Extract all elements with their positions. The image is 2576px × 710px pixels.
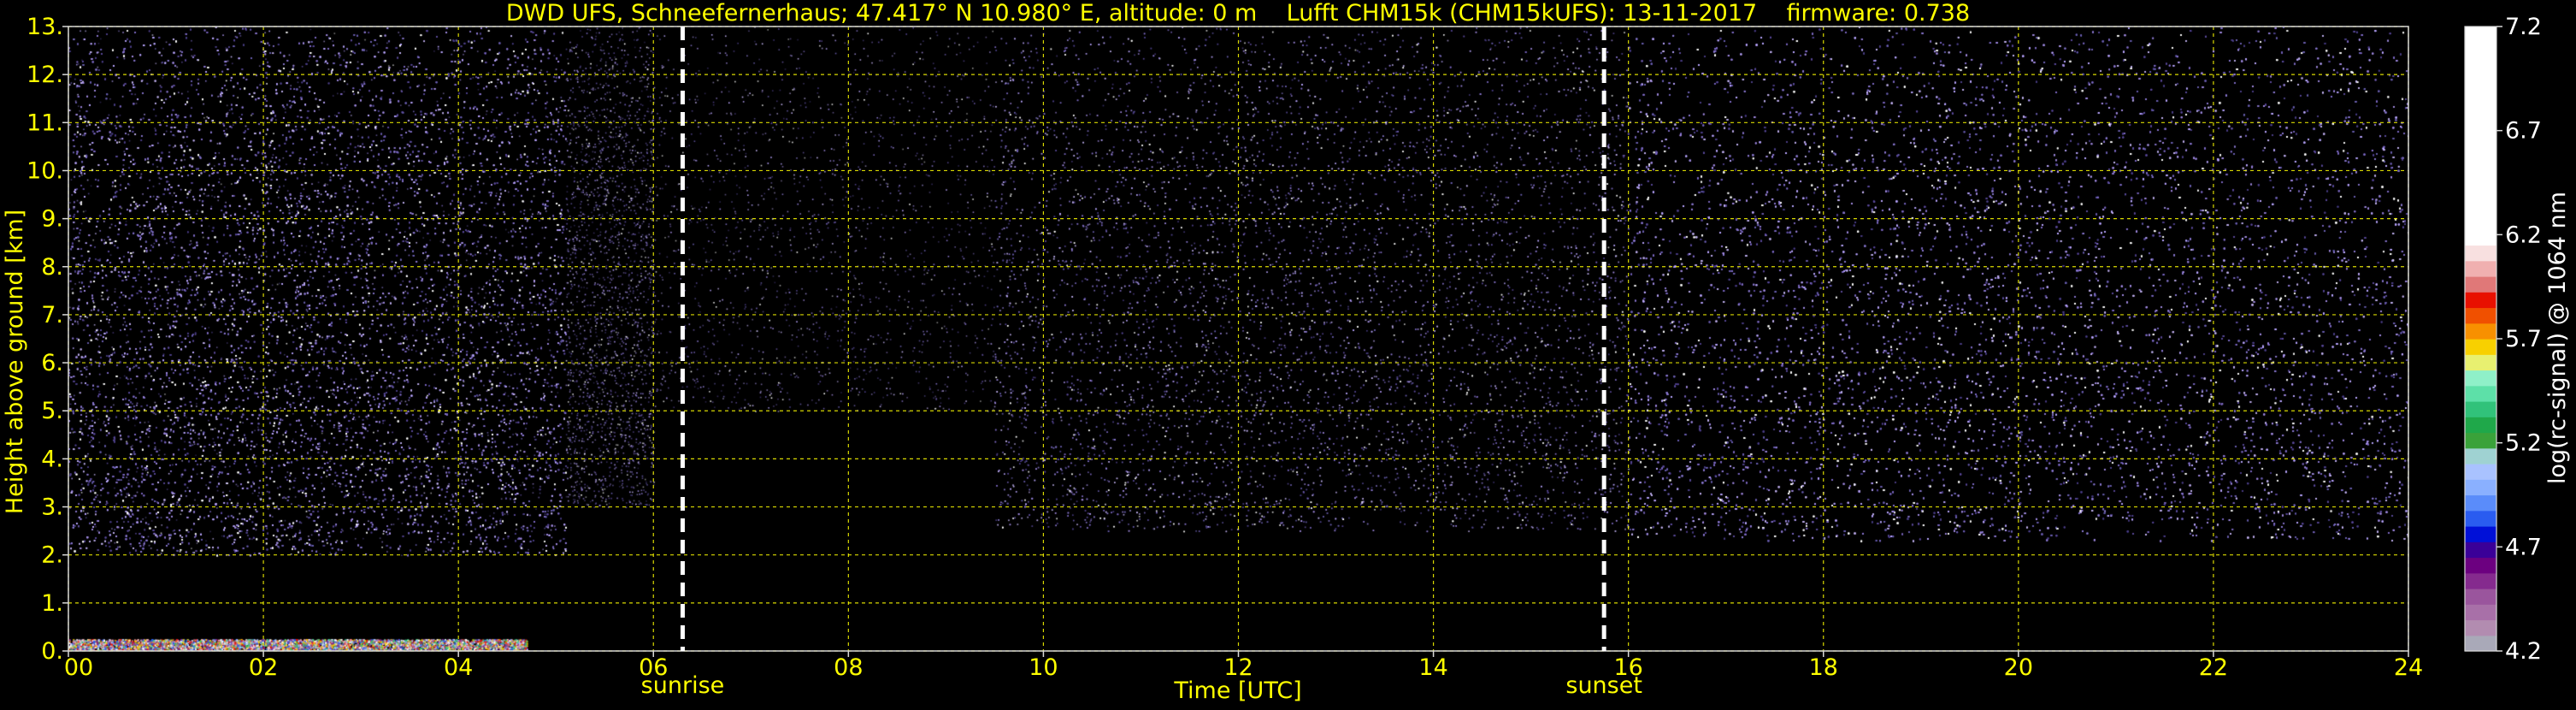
colorbar-segment xyxy=(2465,42,2496,59)
y-tick-label: 6. xyxy=(41,350,63,376)
x-tick-label: 02 xyxy=(249,654,278,681)
y-tick-label: 3. xyxy=(41,494,63,521)
colorbar xyxy=(2464,26,2497,652)
x-tick-label: 24 xyxy=(2394,654,2423,681)
x-tick-label: 08 xyxy=(834,654,863,681)
colorbar-tick-label: 7.2 xyxy=(2505,14,2542,40)
colorbar-segment xyxy=(2465,572,2496,589)
colorbar-segment xyxy=(2465,510,2496,527)
colorbar-segment xyxy=(2465,635,2496,652)
colorbar-tick-label: 5.2 xyxy=(2505,430,2542,457)
y-tick-label: 1. xyxy=(41,590,63,617)
x-tick-label: 22 xyxy=(2199,654,2228,681)
colorbar-label: log(rc-signal) @ 1064 nm xyxy=(2544,192,2571,484)
colorbar-segment xyxy=(2465,447,2496,464)
colorbar-tick-label: 5.7 xyxy=(2505,326,2542,352)
x-axis-label: Time [UTC] xyxy=(1173,677,1301,704)
colorbar-segment xyxy=(2465,260,2496,277)
colorbar-segment xyxy=(2465,214,2496,230)
colorbar-segment xyxy=(2465,307,2496,324)
colorbar-segment xyxy=(2465,57,2496,74)
colorbar-segment xyxy=(2465,370,2496,387)
x-tick-label: 00 xyxy=(64,654,93,681)
colorbar-segment xyxy=(2465,27,2496,43)
x-tick-label: 12 xyxy=(1223,654,1253,681)
colorbar-segment xyxy=(2465,354,2496,371)
y-axis-label: Height above ground [km] xyxy=(2,210,28,514)
colorbar-segment xyxy=(2465,292,2496,309)
y-tick-label: 8. xyxy=(41,254,63,281)
y-tick-label: 5. xyxy=(41,398,63,424)
colorbar-segment xyxy=(2465,432,2496,449)
colorbar-tick-label: 4.7 xyxy=(2505,534,2542,560)
y-tick-label: 0. xyxy=(41,638,63,665)
colorbar-segment xyxy=(2465,339,2496,355)
colorbar-segment xyxy=(2465,89,2496,105)
colorbar-segment xyxy=(2465,526,2496,542)
y-tick-label: 2. xyxy=(41,542,63,569)
x-tick-label: 04 xyxy=(444,654,473,681)
x-tick-label: 06 xyxy=(639,654,668,681)
heatmap-canvas-holder xyxy=(68,27,2408,651)
x-tick-label: 18 xyxy=(1809,654,1838,681)
ceilometer-backscatter-chart: DWD UFS, Schneefernerhaus; 47.417° N 10.… xyxy=(0,0,2576,707)
chart-svg: DWD UFS, Schneefernerhaus; 47.417° N 10.… xyxy=(0,0,2576,707)
colorbar-segment xyxy=(2465,135,2496,152)
colorbar-segment xyxy=(2465,276,2496,293)
y-tick-label: 7. xyxy=(41,302,63,328)
y-tick-label: 13. xyxy=(27,14,63,40)
y-tick-label: 9. xyxy=(41,206,63,233)
colorbar-tick-label: 6.7 xyxy=(2505,118,2542,145)
y-tick-label: 12. xyxy=(27,62,63,88)
colorbar-segment xyxy=(2465,73,2496,90)
colorbar-tick-label: 6.2 xyxy=(2505,222,2542,248)
colorbar-segment xyxy=(2465,589,2496,605)
colorbar-segment xyxy=(2465,167,2496,184)
x-tick-label: 14 xyxy=(1418,654,1447,681)
x-tick-label: 20 xyxy=(2004,654,2033,681)
colorbar-segment xyxy=(2465,619,2496,636)
colorbar-segment xyxy=(2465,198,2496,215)
chart-title: DWD UFS, Schneefernerhaus; 47.417° N 10.… xyxy=(506,0,1970,27)
colorbar-segment xyxy=(2465,120,2496,137)
colorbar-segment xyxy=(2465,385,2496,402)
colorbar-segment xyxy=(2465,541,2496,559)
y-tick-label: 10. xyxy=(27,157,63,184)
colorbar-segment xyxy=(2465,401,2496,417)
colorbar-segment xyxy=(2465,229,2496,246)
colorbar-segment xyxy=(2465,417,2496,434)
colorbar-segment xyxy=(2465,182,2496,199)
y-tick-label: 11. xyxy=(27,109,63,136)
colorbar-segment xyxy=(2465,245,2496,262)
colorbar-tick-label: 4.2 xyxy=(2505,638,2542,665)
heatmap-canvas xyxy=(68,27,2408,651)
y-tick-label: 4. xyxy=(41,446,63,472)
colorbar-segment xyxy=(2465,104,2496,121)
x-tick-label: 16 xyxy=(1613,654,1642,681)
colorbar-segment xyxy=(2465,604,2496,621)
colorbar-segment xyxy=(2465,464,2496,480)
x-tick-label: 10 xyxy=(1029,654,1058,681)
colorbar-segment xyxy=(2465,151,2496,168)
colorbar-segment xyxy=(2465,494,2496,512)
colorbar-segment xyxy=(2465,479,2496,496)
colorbar-segment xyxy=(2465,557,2496,574)
colorbar-segment xyxy=(2465,322,2496,340)
